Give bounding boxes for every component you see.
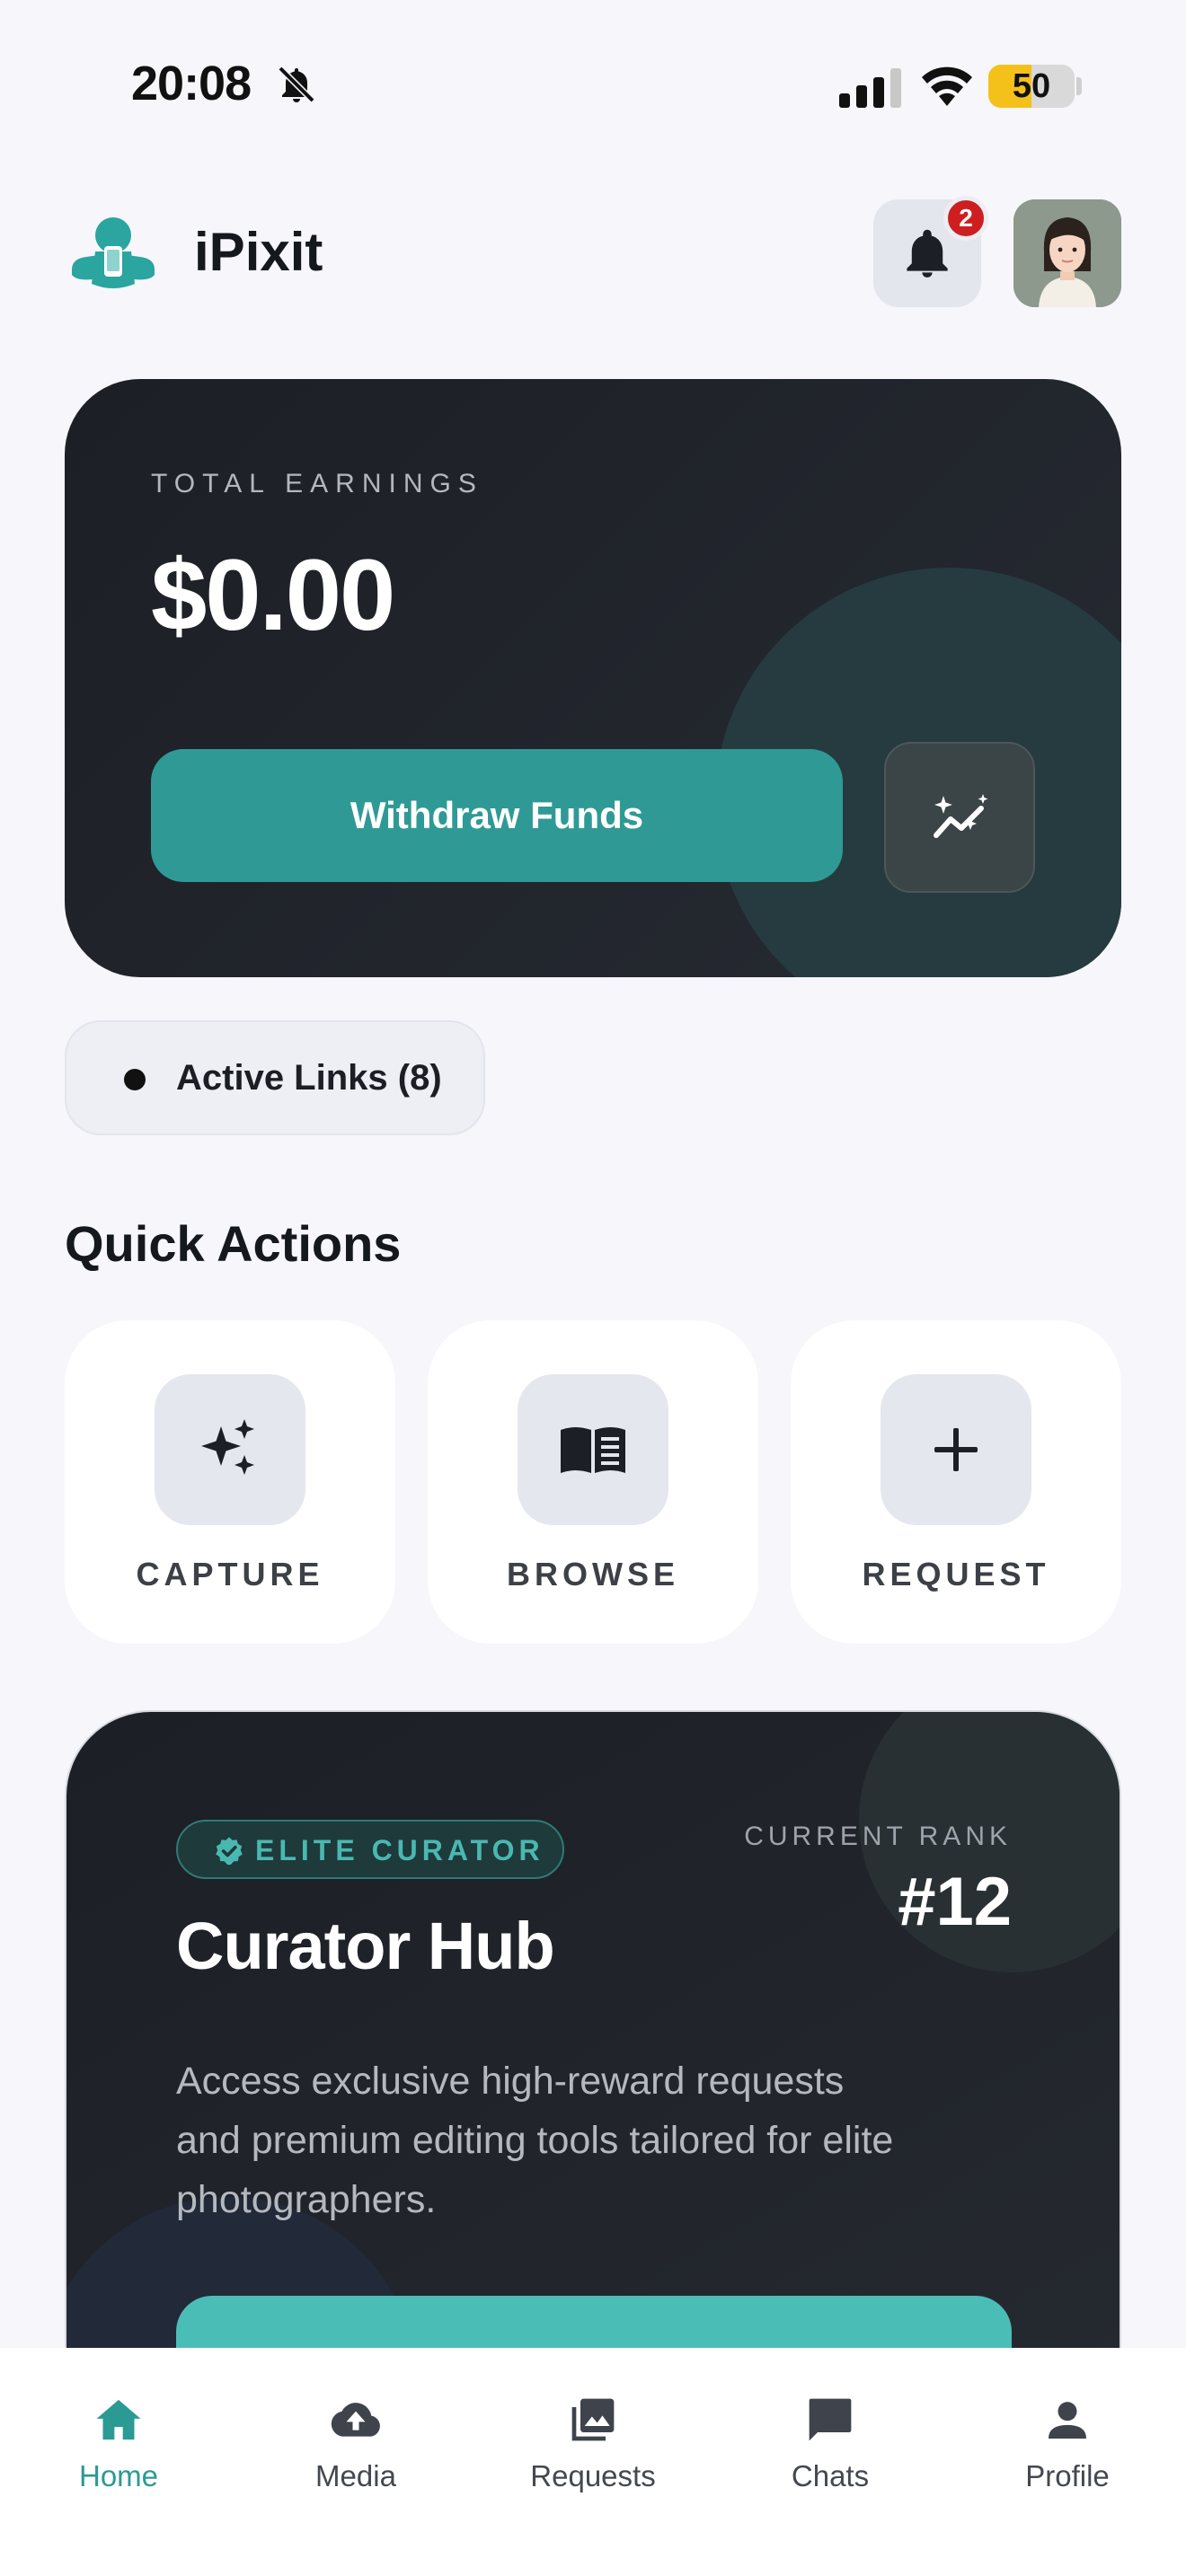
notifications-button[interactable]: 2: [873, 196, 988, 307]
browse-icon-tile: [518, 1374, 668, 1525]
battery-tip: [1076, 77, 1082, 95]
photo-library-icon: [571, 2398, 615, 2441]
nav-chats[interactable]: Chats: [712, 2348, 949, 2527]
sparkles-icon: [201, 1419, 254, 1475]
withdraw-funds-button[interactable]: Withdraw Funds: [151, 749, 843, 882]
nav-home[interactable]: Home: [0, 2348, 237, 2527]
nav-requests[interactable]: Requests: [474, 2348, 712, 2527]
home-icon: [96, 2399, 141, 2440]
nav-chats-label: Chats: [791, 2459, 870, 2492]
nav-requests-label: Requests: [530, 2459, 656, 2492]
curator-hub-description: Access exclusive high-reward requests an…: [176, 2060, 894, 2221]
browse-label: BROWSE: [507, 1556, 679, 1592]
nav-media[interactable]: Media: [237, 2348, 474, 2527]
battery-level: 50: [1012, 67, 1051, 105]
wifi-icon: [922, 66, 972, 106]
request-label: REQUEST: [862, 1556, 1050, 1592]
elite-curator-label: ELITE CURATOR: [255, 1834, 544, 1866]
cloud-upload-icon: [331, 2403, 380, 2437]
verified-badge-icon: [216, 1837, 243, 1866]
request-action[interactable]: REQUEST: [791, 1320, 1121, 1644]
bell-slash-icon: [278, 66, 315, 103]
curator-hub-title: Curator Hub: [176, 1909, 555, 1983]
avatar[interactable]: [1013, 199, 1121, 307]
active-links-chip[interactable]: Active Links (8): [65, 1020, 485, 1135]
status-dot: [124, 1069, 146, 1090]
logo-icon: [72, 217, 155, 288]
notification-badge: 2: [943, 196, 988, 241]
app-name: iPixit: [194, 222, 323, 282]
earnings-label: TOTAL EARNINGS: [151, 469, 483, 498]
nav-profile[interactable]: Profile: [949, 2348, 1186, 2527]
signal-icon: [839, 68, 901, 108]
chat-bubble-icon: [809, 2398, 852, 2441]
analytics-button[interactable]: [884, 742, 1035, 893]
avatar-image: [1013, 199, 1121, 307]
person-icon: [1049, 2402, 1086, 2439]
earnings-card: TOTAL EARNINGS $0.00 Withdraw Funds: [65, 379, 1121, 977]
nav-profile-label: Profile: [1025, 2459, 1110, 2492]
active-links-label: Active Links (8): [176, 1058, 442, 1098]
capture-label: CAPTURE: [136, 1556, 324, 1592]
current-rank-value: #12: [898, 1864, 1012, 1940]
bottom-navigation: Home Media Requests Chats Profile: [0, 2348, 1186, 2576]
battery-indicator: 50: [988, 65, 1075, 108]
capture-icon-tile: [155, 1374, 305, 1525]
nav-home-label: Home: [78, 2459, 159, 2492]
plus-icon: [934, 1428, 978, 1471]
current-rank-label: CURRENT RANK: [744, 1822, 1012, 1851]
book-open-icon: [561, 1427, 625, 1473]
quick-actions-title: Quick Actions: [65, 1215, 402, 1272]
browse-action[interactable]: BROWSE: [428, 1320, 758, 1644]
capture-action[interactable]: CAPTURE: [65, 1320, 395, 1644]
earnings-amount: $0.00: [151, 539, 395, 651]
nav-media-label: Media: [315, 2459, 396, 2492]
request-icon-tile: [881, 1374, 1031, 1525]
bell-icon: [907, 229, 948, 278]
status-time: 20:08: [131, 57, 252, 110]
trend-sparkle-icon: [934, 794, 988, 838]
elite-curator-badge: ELITE CURATOR: [176, 1820, 564, 1879]
